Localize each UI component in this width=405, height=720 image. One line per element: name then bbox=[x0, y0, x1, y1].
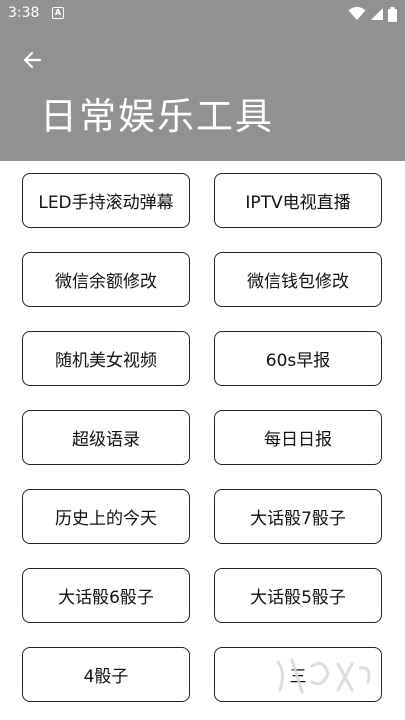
status-time: 3:38 bbox=[8, 5, 40, 21]
app-header: 3:38 A 日常娱乐工具 bbox=[0, 0, 405, 161]
back-button[interactable] bbox=[18, 46, 46, 74]
arrow-left-icon bbox=[23, 51, 42, 69]
tool-button-dice-4[interactable]: 4骰子 bbox=[22, 647, 190, 702]
signal-icon bbox=[371, 8, 383, 20]
tool-button-wechat-balance[interactable]: 微信余额修改 bbox=[22, 252, 190, 307]
tool-button-dice-7[interactable]: 大话骰7骰子 bbox=[214, 489, 382, 544]
tool-button-daily-report[interactable]: 每日日报 bbox=[214, 410, 382, 465]
tool-button-iptv-live[interactable]: IPTV电视直播 bbox=[214, 173, 382, 228]
tool-button-60s-news[interactable]: 60s早报 bbox=[214, 331, 382, 386]
status-bar: 3:38 A bbox=[0, 0, 405, 28]
tool-button-dice-6[interactable]: 大话骰6骰子 bbox=[22, 568, 190, 623]
tool-button-led-barrage[interactable]: LED手持滚动弹幕 bbox=[22, 173, 190, 228]
wifi-icon bbox=[348, 7, 366, 20]
status-icons bbox=[348, 5, 397, 23]
page-title: 日常娱乐工具 bbox=[40, 95, 274, 138]
battery-icon bbox=[388, 6, 397, 22]
notification-icon: A bbox=[52, 7, 64, 19]
tool-button-super-quotes[interactable]: 超级语录 bbox=[22, 410, 190, 465]
tool-button-partial[interactable]: 三 bbox=[214, 647, 382, 702]
tool-button-random-video[interactable]: 随机美女视频 bbox=[22, 331, 190, 386]
tool-button-wechat-wallet[interactable]: 微信钱包修改 bbox=[214, 252, 382, 307]
tool-grid: LED手持滚动弹幕 IPTV电视直播 微信余额修改 微信钱包修改 随机美女视频 … bbox=[0, 161, 405, 720]
tool-button-dice-5[interactable]: 大话骰5骰子 bbox=[214, 568, 382, 623]
tool-button-history-today[interactable]: 历史上的今天 bbox=[22, 489, 190, 544]
